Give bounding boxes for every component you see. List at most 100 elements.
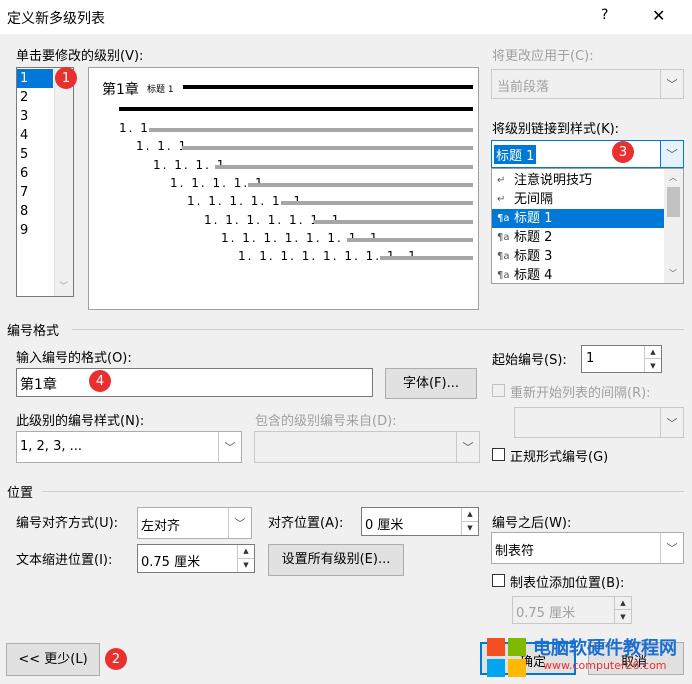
chevron-down-icon[interactable]: ﹀: [660, 408, 683, 437]
indent-input[interactable]: 0.75 厘米 ▲ ▼: [137, 544, 255, 573]
linked-style-icon: ¶a: [497, 251, 510, 262]
chevron-down-icon[interactable]: ﹀: [456, 432, 479, 462]
spin-up-icon[interactable]: ▲: [462, 508, 478, 522]
chevron-down-icon[interactable]: ﹀: [660, 533, 683, 563]
align-combo[interactable]: 左对齐 ﹀: [137, 507, 252, 539]
level-item[interactable]: 8: [17, 202, 53, 221]
align-at-label: 对齐位置(A):: [268, 516, 344, 531]
level-item[interactable]: 6: [17, 164, 53, 183]
follow-combo[interactable]: 制表符 ﹀: [491, 532, 684, 564]
windows-logo-icon: [487, 638, 527, 678]
spin-up-icon[interactable]: ▲: [645, 346, 661, 359]
scroll-down-icon[interactable]: ﹀: [669, 268, 677, 279]
style-option[interactable]: ¶a 标题 1: [492, 209, 664, 228]
level-item[interactable]: 7: [17, 183, 53, 202]
watermark-url: www.computer26.com: [543, 659, 667, 672]
spin-down-icon[interactable]: ▼: [238, 559, 254, 573]
start-number-value: 1: [586, 351, 595, 366]
link-style-input[interactable]: 标题 1 ﹀: [491, 140, 684, 168]
style-option[interactable]: ↵ 无间隔: [492, 190, 664, 209]
align-at-input[interactable]: 0 厘米 ▲ ▼: [361, 507, 479, 536]
preview-row-line: [314, 219, 473, 224]
level-list-scrollbar[interactable]: ﹀: [54, 68, 73, 296]
start-number-spinner[interactable]: ▲ ▼: [644, 346, 661, 372]
watermark-title: 电脑软硬件教程网: [533, 638, 677, 659]
spin-down-icon[interactable]: ▼: [615, 610, 631, 623]
preview-level1-line: [183, 85, 473, 89]
style-option-label: 标题 2: [514, 230, 553, 245]
legal-checkbox[interactable]: [492, 448, 505, 461]
style-option[interactable]: ¶a 标题 4: [492, 266, 664, 285]
indent-spinner[interactable]: ▲ ▼: [237, 545, 254, 572]
number-style-label: 此级别的编号样式(N):: [16, 414, 145, 429]
format-input-value: 第1章: [20, 377, 57, 393]
chevron-down-icon[interactable]: ﹀: [228, 508, 251, 538]
less-button[interactable]: << 更少(L): [6, 643, 100, 676]
start-number-input[interactable]: 1 ▲ ▼: [581, 345, 662, 373]
format-input[interactable]: 第1章: [16, 368, 373, 397]
link-style-value: 标题 1: [494, 145, 537, 164]
align-at-spinner[interactable]: ▲ ▼: [461, 508, 478, 535]
title-bar: 定义新多级列表 ? ✕: [0, 0, 692, 34]
start-number-label: 起始编号(S):: [492, 353, 567, 368]
scroll-up-icon[interactable]: ︿: [669, 172, 677, 183]
tab-add-checkbox[interactable]: [492, 574, 505, 587]
spin-up-icon[interactable]: ▲: [615, 597, 631, 610]
number-format-title: 编号格式: [7, 324, 60, 339]
level-item[interactable]: 3: [17, 107, 53, 126]
style-option-label: 标题 1: [514, 211, 553, 226]
format-input-label: 输入编号的格式(O):: [16, 351, 132, 366]
level-item[interactable]: 1: [17, 69, 53, 88]
level-item[interactable]: 5: [17, 145, 53, 164]
spin-down-icon[interactable]: ▼: [645, 359, 661, 372]
chevron-down-icon[interactable]: ﹀: [660, 141, 683, 167]
close-button[interactable]: ✕: [652, 6, 665, 25]
level-item[interactable]: 4: [17, 126, 53, 145]
spin-up-icon[interactable]: ▲: [238, 545, 254, 559]
set-all-levels-button[interactable]: 设置所有级别(E)...: [268, 544, 404, 576]
restart-combo[interactable]: ﹀: [514, 407, 684, 438]
help-button[interactable]: ?: [601, 7, 608, 23]
apply-to-value: 当前段落: [497, 80, 550, 95]
level-list[interactable]: 123456789 ﹀: [16, 67, 74, 297]
watermark: 电脑软硬件教程网 www.computer26.com: [483, 632, 689, 682]
style-option[interactable]: ¶a 标题 3: [492, 247, 664, 266]
apply-to-combo[interactable]: 当前段落 ﹀: [491, 69, 684, 99]
level-label: 单击要修改的级别(V):: [16, 49, 144, 64]
apply-to-label: 将更改应用于(C):: [492, 49, 594, 64]
preview-box: 第1章 标题 1 1. 1 1. 1. 1 1. 1. 1. 1 1. 1. 1. 1…: [88, 67, 479, 310]
indent-label: 文本缩进位置(I):: [16, 553, 113, 568]
position-title: 位置: [7, 486, 34, 501]
style-option[interactable]: ↵ 注意说明技巧: [492, 171, 664, 190]
preview-row-number: 1. 1: [119, 121, 150, 135]
link-style-scrollbar[interactable]: ︿ ﹀: [664, 169, 683, 283]
spin-down-icon[interactable]: ▼: [462, 522, 478, 536]
preview-row-line: [281, 201, 473, 206]
preview-level1-text: 第1章: [102, 82, 139, 98]
level-item[interactable]: 9: [17, 221, 53, 240]
divider: [42, 491, 684, 492]
tab-add-spinner[interactable]: ▲ ▼: [614, 597, 631, 623]
restart-label: 重新开始列表的间隔(R):: [510, 386, 651, 401]
number-style-value: 1, 2, 3, ...: [20, 439, 83, 454]
preview-row-line: [149, 128, 473, 132]
number-style-combo[interactable]: 1, 2, 3, ... ﹀: [16, 431, 242, 463]
step-badge-4: 4: [89, 370, 111, 392]
tab-add-input[interactable]: 0.75 厘米 ▲ ▼: [512, 596, 632, 624]
window-title: 定义新多级列表: [7, 11, 105, 27]
chevron-down-icon[interactable]: ﹀: [660, 70, 683, 98]
include-level-combo[interactable]: ﹀: [254, 431, 480, 463]
preview-bold-line: [119, 107, 473, 111]
style-option[interactable]: ¶a 标题 2: [492, 228, 664, 247]
scroll-down-icon[interactable]: ﹀: [59, 279, 68, 292]
indent-value: 0.75 厘米: [141, 555, 201, 570]
link-style-list[interactable]: ↵ 注意说明技巧 ↵ 无间隔 ¶a 标题 1 ¶a 标题 2 ¶a 标题 3 ¶a 标题 4 ︿ ﹀: [491, 168, 684, 284]
font-button[interactable]: 字体(F)...: [385, 368, 477, 399]
restart-checkbox[interactable]: [492, 384, 505, 397]
level-item[interactable]: 2: [17, 88, 53, 107]
chevron-down-icon[interactable]: ﹀: [218, 432, 241, 462]
scroll-thumb[interactable]: [667, 187, 680, 217]
style-option-label: 标题 3: [514, 249, 553, 264]
follow-value: 制表符: [495, 544, 535, 559]
step-badge-1: 1: [55, 67, 77, 89]
